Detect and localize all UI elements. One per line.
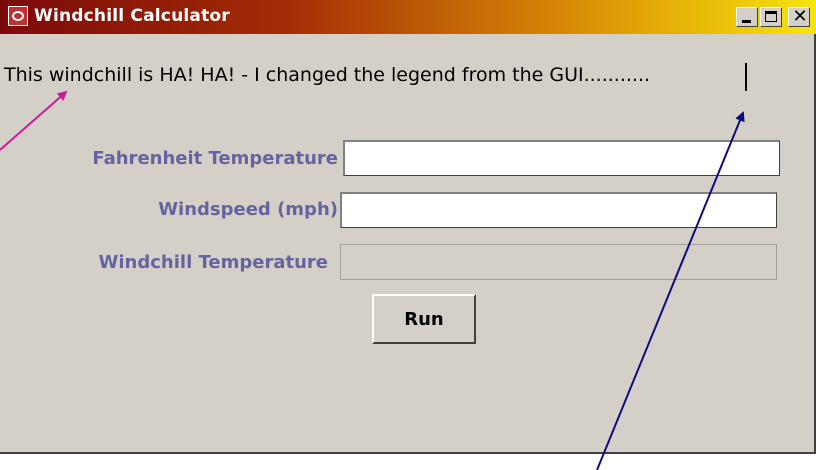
fahrenheit-label: Fahrenheit Temperature xyxy=(92,148,338,169)
minimize-button[interactable] xyxy=(736,7,758,27)
windspeed-input[interactable] xyxy=(340,192,777,228)
windspeed-label: Windspeed (mph) xyxy=(158,199,338,220)
close-button[interactable]: ✕ xyxy=(788,7,810,27)
windchill-label: Windchill Temperature xyxy=(98,252,328,273)
window-title: Windchill Calculator xyxy=(34,6,230,26)
fahrenheit-input[interactable] xyxy=(343,140,780,176)
title-bar[interactable]: Windchill Calculator ✕ xyxy=(0,0,816,34)
windchill-output xyxy=(340,244,777,280)
close-icon: ✕ xyxy=(792,6,808,27)
legend-text: This windchill is HA! HA! - I changed th… xyxy=(4,64,651,86)
run-button[interactable]: Run xyxy=(372,294,476,344)
text-caret xyxy=(745,63,747,91)
windchill-window: Windchill Calculator ✕ This windchill is… xyxy=(0,0,816,454)
maximize-button[interactable] xyxy=(760,7,782,27)
app-icon[interactable] xyxy=(8,6,28,26)
